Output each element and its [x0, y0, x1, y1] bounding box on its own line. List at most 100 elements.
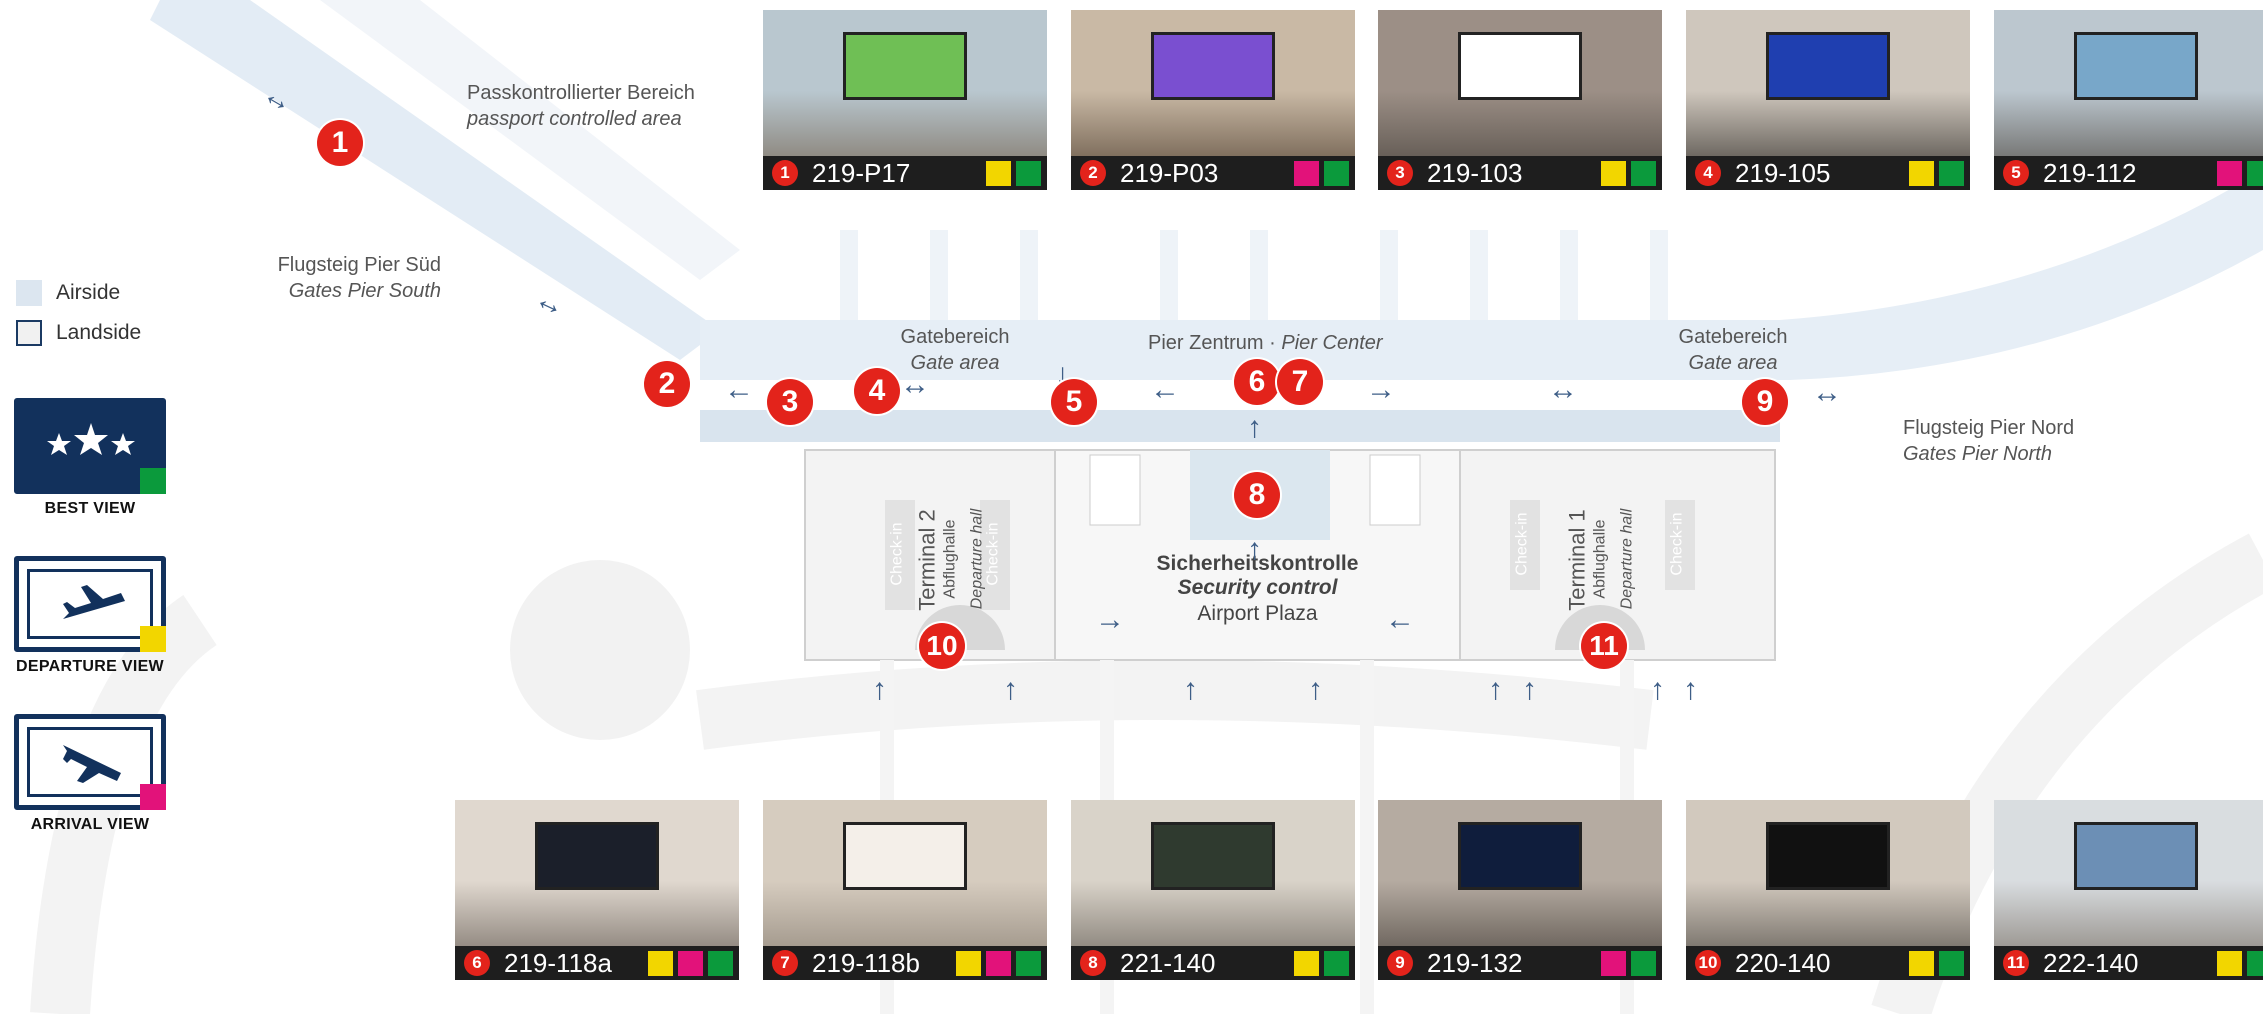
departure-view-label: DEPARTURE VIEW — [16, 658, 164, 675]
arrow-icon: ↑ — [1183, 673, 1198, 706]
map-marker-8[interactable]: 8 — [1234, 472, 1280, 518]
photo-tile-3[interactable]: 3 219-103 — [1378, 10, 1662, 190]
best-view-chip — [1939, 160, 1964, 186]
terminal1-label: Terminal 1 — [1564, 509, 1590, 611]
photo-tile-1[interactable]: 1 219-P17 — [763, 10, 1047, 190]
display-screen — [1765, 31, 1891, 100]
tile-caption-bar: 5 219-112 — [1994, 156, 2263, 190]
tile-caption-bar: 2 219-P03 — [1071, 156, 1355, 190]
display-screen — [2073, 821, 2199, 890]
best-view-chip — [1016, 950, 1041, 976]
pier-south-en: Gates Pier South — [288, 280, 441, 302]
tile-number-badge: 8 — [1080, 950, 1106, 976]
landside-swatch — [16, 320, 42, 346]
arrival-view-icon — [14, 714, 166, 810]
pier-south-label: Flugsteig Pier Süd Gates Pier South — [265, 252, 441, 304]
pier-north-en: Gates Pier North — [1903, 443, 2052, 465]
map-marker-6[interactable]: 6 — [1234, 359, 1280, 405]
departure-view-chip — [1601, 160, 1626, 186]
pier-north-de: Flugsteig Pier Nord — [1903, 417, 2075, 439]
view-type-chips — [1909, 160, 1964, 186]
view-type-chips — [1294, 950, 1349, 976]
map-marker-2[interactable]: 2 — [644, 361, 690, 407]
tile-caption-bar: 7 219-118b — [763, 946, 1047, 980]
tile-number-badge: 3 — [1387, 160, 1413, 186]
checkin-label-1: Check-in — [888, 522, 906, 586]
photo-tile-6[interactable]: 6 219-118a — [455, 800, 739, 980]
map-marker-3[interactable]: 3 — [767, 379, 813, 425]
arrow-icon: ↑ — [1650, 673, 1665, 706]
departure-view-chip — [1909, 160, 1934, 186]
display-screen — [1150, 821, 1276, 890]
map-marker-9[interactable]: 9 — [1742, 379, 1788, 425]
airport-plaza-label: Airport Plaza — [1197, 602, 1318, 625]
security-en: Security control — [1177, 576, 1338, 599]
arrival-view-chip — [678, 950, 703, 976]
tile-caption-bar: 1 219-P17 — [763, 156, 1047, 190]
photo-tile-2[interactable]: 2 219-P03 — [1071, 10, 1355, 190]
tile-number-badge: 11 — [2003, 950, 2029, 976]
terminal2-label: Terminal 2 — [914, 509, 940, 611]
tile-caption-bar: 4 219-105 — [1686, 156, 1970, 190]
view-type-chips — [986, 160, 1041, 186]
tile-number-badge: 4 — [1695, 160, 1721, 186]
arrow-icon: ↑ — [872, 673, 887, 706]
best-view-chip — [1016, 160, 1041, 186]
arrow-icon: ↑ — [1488, 673, 1503, 706]
tile-location-code: 220-140 — [1735, 947, 1831, 978]
departure-view-chip — [2217, 950, 2242, 976]
gate-area-left-de: Gatebereich — [900, 326, 1010, 348]
landside-label: Landside — [56, 321, 142, 344]
map-marker-5[interactable]: 5 — [1051, 379, 1097, 425]
arrow-icon: ↑ — [1683, 673, 1698, 706]
photo-tile-5[interactable]: 5 219-112 — [1994, 10, 2263, 190]
map-marker-4[interactable]: 4 — [854, 368, 900, 414]
arrival-view-chip — [986, 950, 1011, 976]
arrow-icon: ↔ — [900, 368, 930, 401]
arrival-view-chip — [1601, 950, 1626, 976]
tile-caption-bar: 8 221-140 — [1071, 946, 1355, 980]
map-marker-10[interactable]: 10 — [919, 623, 965, 669]
pier-center-label: Pier Zentrum · Pier Center — [1148, 330, 1383, 356]
display-screen — [2073, 31, 2199, 100]
arrow-icon: ↑ — [1247, 411, 1262, 444]
arrow-icon: → — [1366, 373, 1396, 406]
departure-view-chip — [956, 950, 981, 976]
departure-view-chip — [1294, 950, 1319, 976]
best-view-chip — [2247, 950, 2263, 976]
arrow-icon: ↑ — [1003, 673, 1018, 706]
photo-tile-8[interactable]: 8 221-140 — [1071, 800, 1355, 980]
tile-location-code: 219-103 — [1427, 157, 1523, 188]
photo-tile-9[interactable]: 9 219-132 — [1378, 800, 1662, 980]
tile-caption-bar: 10 220-140 — [1686, 946, 1970, 980]
photo-tile-4[interactable]: 4 219-105 — [1686, 10, 1970, 190]
map-marker-11[interactable]: 11 — [1581, 623, 1627, 669]
best-view-swatch — [140, 468, 166, 494]
view-type-chips — [1601, 160, 1656, 186]
best-view-label: BEST VIEW — [44, 500, 136, 517]
view-type-chips — [2217, 160, 2263, 186]
photo-tile-7[interactable]: 7 219-118b — [763, 800, 1047, 980]
arrival-view-chip — [1294, 160, 1319, 186]
gate-area-right-de: Gatebereich — [1678, 326, 1788, 348]
departure-hall-en-t1: Departure hall — [1618, 508, 1636, 610]
departure-hall-en-t2: Departure hall — [968, 508, 986, 610]
pier-south-de: Flugsteig Pier Süd — [277, 254, 441, 276]
arrow-icon: ↑ — [1522, 673, 1537, 706]
tile-location-code: 219-118b — [812, 947, 920, 978]
view-type-chips — [1601, 950, 1656, 976]
tile-number-badge: 10 — [1695, 950, 1721, 976]
map-marker-7[interactable]: 7 — [1277, 359, 1323, 405]
pier-north-label: Flugsteig Pier Nord Gates Pier North — [1903, 415, 2074, 467]
airside-swatch — [16, 280, 42, 306]
checkin-label-3: Check-in — [1513, 512, 1531, 576]
map-marker-1[interactable]: 1 — [317, 120, 363, 166]
display-screen — [1457, 821, 1583, 890]
arrow-icon: ↔ — [1548, 373, 1578, 406]
best-view-chip — [1324, 160, 1349, 186]
terminal1-labels: Terminal 1 Abflughalle Departure hall — [1565, 505, 1665, 615]
tile-number-badge: 1 — [772, 160, 798, 186]
photo-tile-10[interactable]: 10 220-140 — [1686, 800, 1970, 980]
departure-hall-de-t1: Abflughalle — [1591, 519, 1609, 599]
photo-tile-11[interactable]: 11 222-140 — [1994, 800, 2263, 980]
